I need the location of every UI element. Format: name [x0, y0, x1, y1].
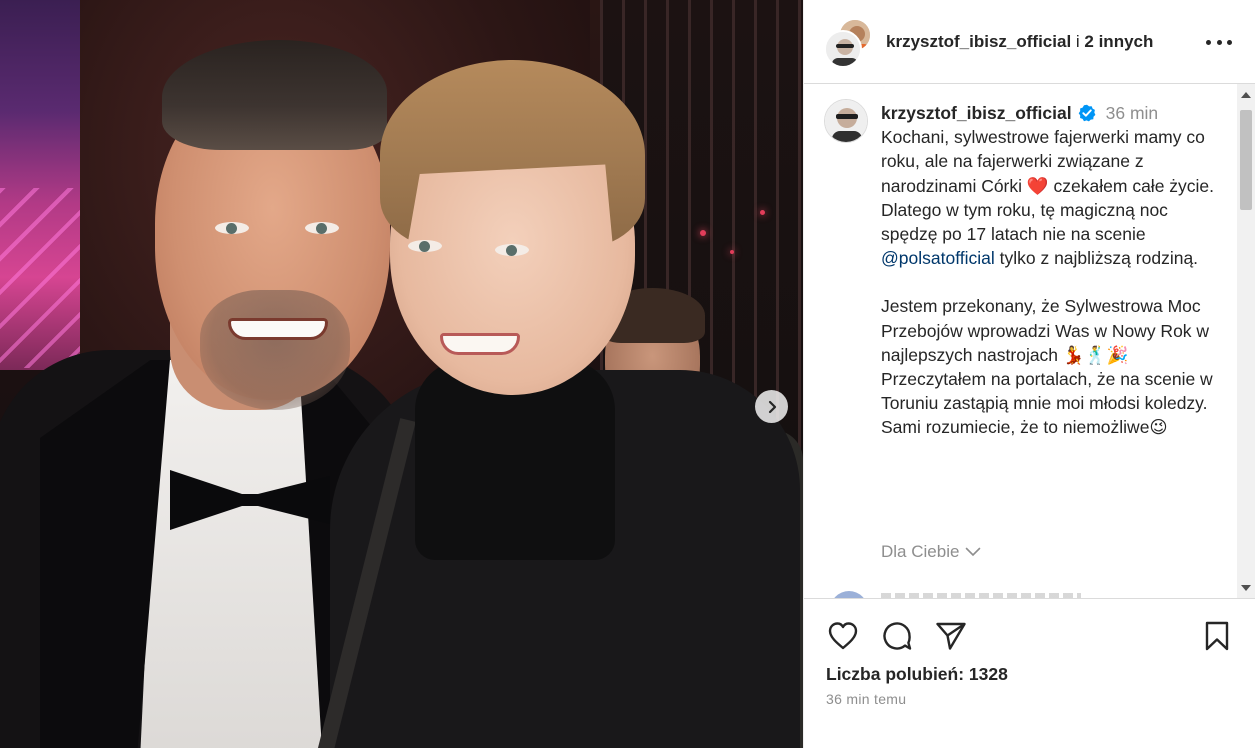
heart-emoji: ❤️: [1026, 175, 1049, 196]
post-photo[interactable]: [0, 0, 803, 748]
post-caption: krzysztof_ibisz_official 36 min Kochani,…: [881, 101, 1221, 440]
photo-man-smile: [228, 318, 328, 340]
verified-badge-icon: [1078, 104, 1096, 122]
likes-count[interactable]: Liczba polubień: 1328: [826, 664, 1008, 685]
comment-avatar[interactable]: [830, 591, 868, 598]
next-photo-button[interactable]: [755, 390, 788, 423]
share-button[interactable]: [934, 619, 968, 653]
photo-bg-stage-lights: [0, 0, 80, 370]
like-button[interactable]: [826, 619, 860, 653]
caption-text: tylko z najbliższą rodziną.: [994, 248, 1199, 269]
scroll-up-arrow-icon[interactable]: [1241, 92, 1251, 98]
paper-plane-icon: [936, 622, 966, 650]
photo-man-shirt: [140, 360, 330, 748]
caption-author-avatar[interactable]: [824, 99, 868, 143]
chevron-down-icon: [966, 547, 981, 557]
scrollbar-thumb[interactable]: [1240, 110, 1252, 210]
photo-man-beard: [200, 290, 350, 410]
author-avatar[interactable]: [824, 30, 862, 68]
caption-username[interactable]: krzysztof_ibisz_official: [881, 103, 1072, 123]
more-icon: [1216, 39, 1222, 45]
post-header: krzysztof_ibisz_official i 2 innych: [804, 0, 1255, 84]
avatar-image-icon: [825, 100, 867, 142]
scroll-down-arrow-icon[interactable]: [1241, 585, 1251, 591]
heart-icon: [828, 622, 858, 650]
photo-woman-eye: [495, 244, 529, 256]
for-you-toggle[interactable]: Dla Ciebie: [881, 542, 981, 562]
more-options-button[interactable]: [1206, 30, 1232, 54]
scrollbar[interactable]: [1237, 84, 1255, 599]
header-others-link[interactable]: 2 innych: [1084, 32, 1153, 51]
caption-timestamp[interactable]: 36 min: [1106, 103, 1159, 123]
more-icon: [1227, 39, 1232, 45]
collab-avatars[interactable]: [824, 18, 876, 70]
mention-link[interactable]: @polsatofficial: [881, 248, 995, 268]
more-icon: [1206, 39, 1211, 45]
comments-scroll-area[interactable]: krzysztof_ibisz_official 36 min Kochani,…: [804, 85, 1255, 598]
photo-man-eye: [305, 222, 339, 234]
for-you-label: Dla Ciebie: [881, 542, 960, 561]
caption-paragraph-1: Kochani, sylwestrowe fajerwerki mamy co …: [881, 125, 1221, 270]
comment-icon: [883, 622, 912, 650]
header-username[interactable]: krzysztof_ibisz_official: [886, 32, 1071, 51]
avatar-image-icon: [826, 32, 860, 66]
photo-bg-light: [760, 210, 765, 215]
photo-man-hair: [162, 40, 387, 150]
chevron-right-icon: [768, 400, 776, 413]
photo-bg-light: [730, 250, 734, 254]
photo-bg-light: [700, 230, 706, 236]
bookmark-icon: [1205, 621, 1229, 651]
caption-paragraph-3: Przeczytałem na portalach, że na scenie …: [881, 369, 1218, 438]
comment-button[interactable]: [880, 619, 914, 653]
caption-paragraph-2: Jestem przekonany, że Sylwestrowa Moc Pr…: [881, 296, 1214, 365]
header-separator: i: [1071, 32, 1085, 51]
photo-woman-smile: [440, 333, 520, 355]
post-side-panel: krzysztof_ibisz_official i 2 innych krzy…: [803, 0, 1255, 748]
photo-man-eye: [215, 222, 249, 234]
photo-woman-eye: [408, 240, 442, 252]
save-button[interactable]: [1200, 619, 1234, 653]
post-header-title: krzysztof_ibisz_official i 2 innych: [886, 32, 1153, 52]
post-time-ago[interactable]: 36 min temu: [826, 691, 906, 707]
